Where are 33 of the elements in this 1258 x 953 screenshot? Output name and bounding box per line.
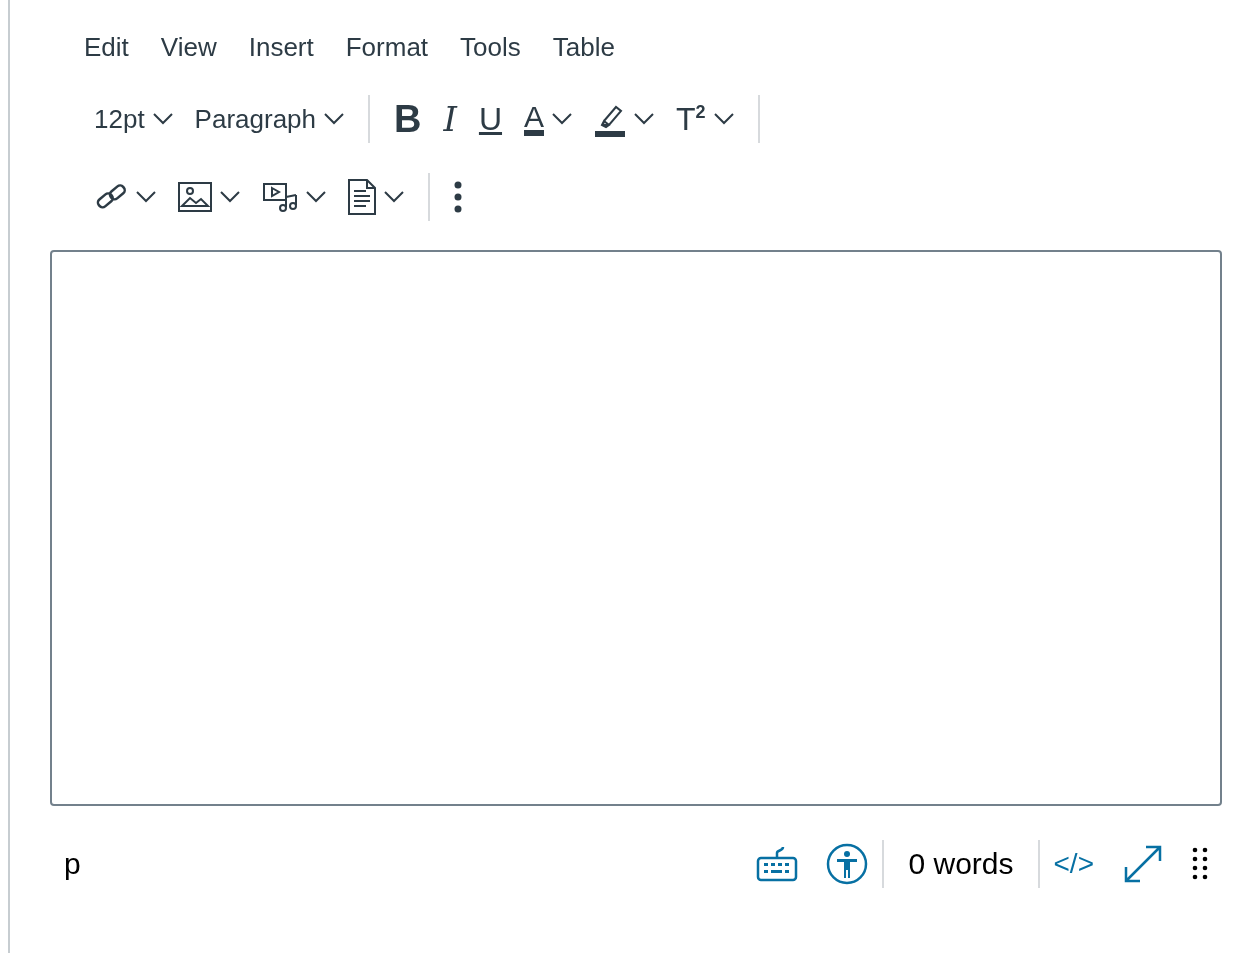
chevron-icon <box>152 113 173 125</box>
chevron-icon <box>634 113 655 125</box>
menu-item[interactable]: Tools <box>444 31 537 63</box>
more-icon <box>454 181 462 213</box>
text-color-button[interactable]: A <box>514 96 583 142</box>
media-icon <box>262 181 298 213</box>
chevron-icon <box>220 191 240 203</box>
menu-item[interactable]: Insert <box>232 31 330 63</box>
bold-button[interactable]: B <box>384 94 432 144</box>
word-count: 0 words <box>907 847 1015 881</box>
chevron-icon <box>136 191 156 203</box>
chevron-icon <box>713 113 734 125</box>
accessibility-icon <box>826 843 869 885</box>
html-editor-button[interactable]: </> <box>1039 844 1108 884</box>
drag-handle-icon <box>1192 847 1208 881</box>
expand-icon <box>1122 843 1164 885</box>
document-icon <box>348 179 376 215</box>
chevron-icon <box>324 113 345 125</box>
dropdown-select[interactable]: 12pt <box>84 97 183 141</box>
chevron-icon <box>552 113 573 125</box>
keyboard-icon <box>756 846 799 882</box>
dropdown-select[interactable]: Paragraph <box>184 97 355 141</box>
element-path[interactable]: p <box>64 847 743 881</box>
menu-item[interactable]: Table <box>536 31 631 63</box>
underline-button[interactable]: U <box>468 97 513 141</box>
menu-item[interactable]: Format <box>329 31 445 63</box>
image-icon <box>178 182 212 212</box>
menu-item[interactable]: View <box>144 31 233 63</box>
menu-item[interactable]: Edit <box>68 31 145 63</box>
italic-button[interactable]: I <box>433 96 467 142</box>
chevron-icon <box>384 191 404 203</box>
superscript-button[interactable]: T$^{2}$ <box>666 97 744 141</box>
chevron-icon <box>306 191 326 203</box>
